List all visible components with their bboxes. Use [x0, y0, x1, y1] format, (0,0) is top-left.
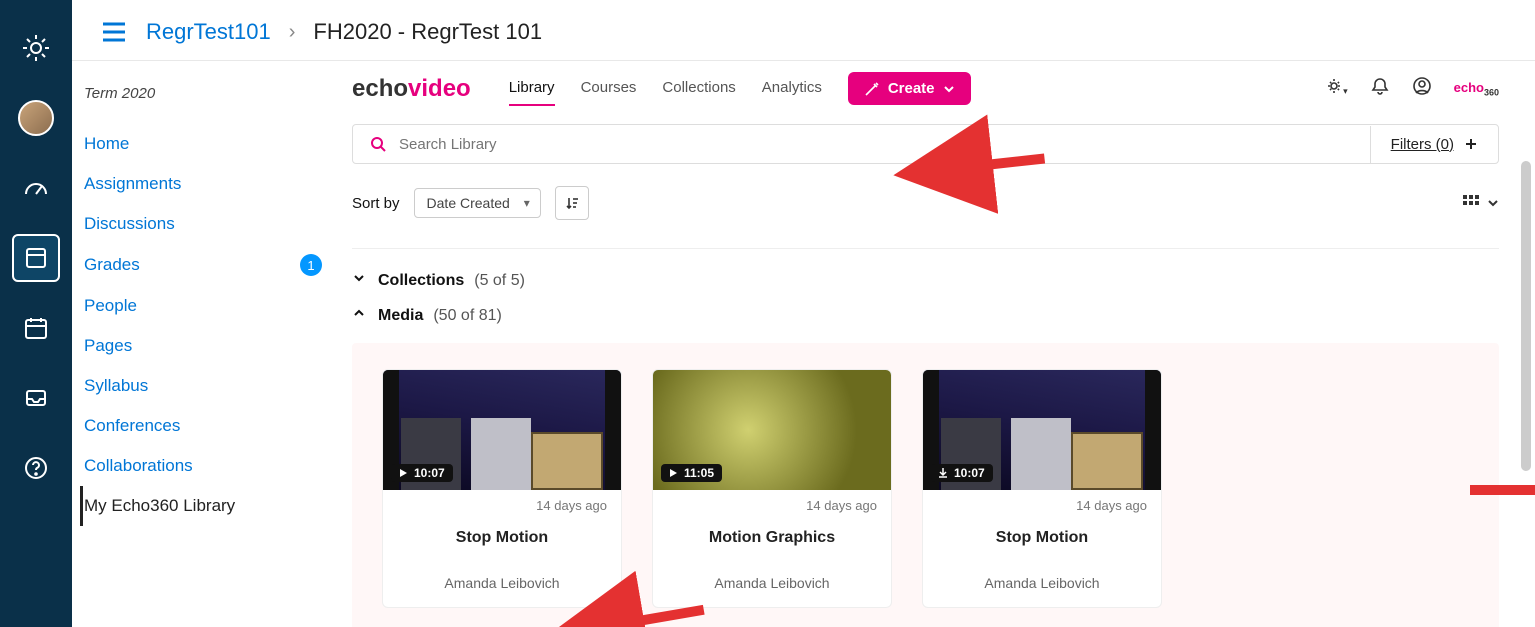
global-rail	[0, 0, 72, 627]
media-age: 14 days ago	[383, 490, 621, 513]
profile-icon[interactable]	[1412, 76, 1432, 101]
breadcrumb-separator-icon: ›	[289, 21, 296, 44]
group-count: (50 of 81)	[433, 307, 501, 325]
course-nav-label: Assignments	[84, 174, 181, 194]
course-nav-item[interactable]: Assignments	[80, 164, 328, 204]
search-input[interactable]	[399, 136, 1354, 153]
media-title: Motion Graphics	[667, 529, 877, 547]
media-card[interactable]: 10:07 14 days ago Stop Motion Amanda Leibov…	[922, 369, 1162, 608]
search-icon	[369, 135, 387, 153]
plus-icon	[1464, 137, 1478, 151]
echo-content: echovideo Library Courses Collections Analy…	[352, 61, 1535, 627]
course-nav-item[interactable]: Collaborations	[80, 446, 328, 486]
media-title: Stop Motion	[937, 529, 1147, 547]
calendar-icon[interactable]	[12, 304, 60, 352]
echo-tab[interactable]: Courses	[581, 71, 637, 106]
breadcrumb: RegrTest101 › FH2020 - RegrTest 101	[72, 0, 1535, 61]
courses-icon[interactable]	[12, 234, 60, 282]
echo360-small-logo: echo360	[1454, 80, 1499, 98]
filters-label: Filters (0)	[1391, 136, 1454, 153]
duration-badge: 11:05	[661, 464, 722, 482]
notifications-icon[interactable]	[1370, 76, 1390, 101]
search-bar: Filters (0)	[352, 124, 1499, 164]
course-nav-label: Conferences	[84, 416, 180, 436]
course-nav-item[interactable]: Syllabus	[80, 366, 328, 406]
filters-button[interactable]: Filters (0)	[1370, 126, 1498, 163]
course-nav-item[interactable]: Home	[80, 124, 328, 164]
course-nav-item[interactable]: Conferences	[80, 406, 328, 446]
media-age: 14 days ago	[653, 490, 891, 513]
course-nav-item[interactable]: Pages	[80, 326, 328, 366]
help-icon[interactable]	[12, 444, 60, 492]
view-toggle[interactable]	[1461, 193, 1499, 213]
echo-tab[interactable]: Collections	[662, 71, 735, 106]
media-thumbnail: 10:07	[383, 370, 621, 490]
course-nav-label: My Echo360 Library	[84, 496, 235, 516]
media-card[interactable]: 10:07 14 days ago Stop Motion Amanda Leibov…	[382, 369, 622, 608]
course-nav-label: Home	[84, 134, 129, 154]
echovideo-logo: echovideo	[352, 75, 471, 103]
scrollbar[interactable]	[1521, 161, 1531, 471]
group-name: Media	[378, 307, 423, 325]
echo-tab[interactable]: Analytics	[762, 71, 822, 106]
group-name: Collections	[378, 272, 464, 290]
course-nav-label: Collaborations	[84, 456, 193, 476]
sort-label: Sort by	[352, 195, 400, 212]
media-author: Amanda Leibovich	[397, 575, 607, 591]
chevron-down-icon	[352, 271, 368, 290]
account-avatar[interactable]	[12, 94, 60, 142]
hamburger-icon[interactable]	[100, 18, 128, 46]
media-card[interactable]: 11:05 14 days ago Motion Graphics Amanda Le…	[652, 369, 892, 608]
course-nav-label: People	[84, 296, 137, 316]
course-nav-item[interactable]: My Echo360 Library	[80, 486, 328, 526]
create-button[interactable]: Create	[848, 72, 971, 105]
media-age: 14 days ago	[923, 490, 1161, 513]
media-thumbnail: 11:05	[653, 370, 891, 490]
echo-tabs: Library Courses Collections Analytics	[509, 71, 822, 106]
media-group-header[interactable]: Media (50 of 81)	[352, 298, 1499, 333]
nav-badge: 1	[300, 254, 322, 276]
dashboard-icon[interactable]	[12, 164, 60, 212]
sort-select[interactable]: Date Created	[414, 188, 541, 218]
breadcrumb-current: FH2020 - RegrTest 101	[313, 19, 542, 45]
chevron-up-icon	[352, 306, 368, 325]
collections-group-header[interactable]: Collections (5 of 5)	[352, 263, 1499, 298]
media-title: Stop Motion	[397, 529, 607, 547]
media-author: Amanda Leibovich	[937, 575, 1147, 591]
chevron-down-icon	[943, 83, 955, 95]
grid-icon	[1461, 193, 1481, 213]
course-nav-item[interactable]: Discussions	[80, 204, 328, 244]
group-count: (5 of 5)	[474, 272, 525, 290]
media-thumbnail: 10:07	[923, 370, 1161, 490]
chevron-down-icon	[1487, 197, 1499, 209]
term-label: Term 2020	[84, 85, 328, 102]
course-nav: Term 2020 Home Assignments Discussions Grad…	[72, 61, 352, 627]
duration-badge: 10:07	[931, 464, 993, 482]
course-nav-label: Discussions	[84, 214, 175, 234]
course-nav-label: Syllabus	[84, 376, 148, 396]
breadcrumb-course-link[interactable]: RegrTest101	[146, 19, 271, 45]
course-nav-item[interactable]: Grades 1	[80, 244, 328, 286]
canvas-logo-icon[interactable]	[12, 24, 60, 72]
create-button-label: Create	[888, 80, 935, 97]
course-nav-label: Pages	[84, 336, 132, 356]
media-cards: 10:07 14 days ago Stop Motion Amanda Leibov…	[352, 343, 1499, 627]
media-author: Amanda Leibovich	[667, 575, 877, 591]
duration-badge: 10:07	[391, 464, 453, 482]
sort-direction-button[interactable]	[555, 186, 589, 220]
inbox-icon[interactable]	[12, 374, 60, 422]
echo-tab[interactable]: Library	[509, 71, 555, 106]
course-nav-label: Grades	[84, 255, 140, 275]
settings-icon[interactable]: ▾	[1325, 76, 1348, 101]
course-nav-item[interactable]: People	[80, 286, 328, 326]
